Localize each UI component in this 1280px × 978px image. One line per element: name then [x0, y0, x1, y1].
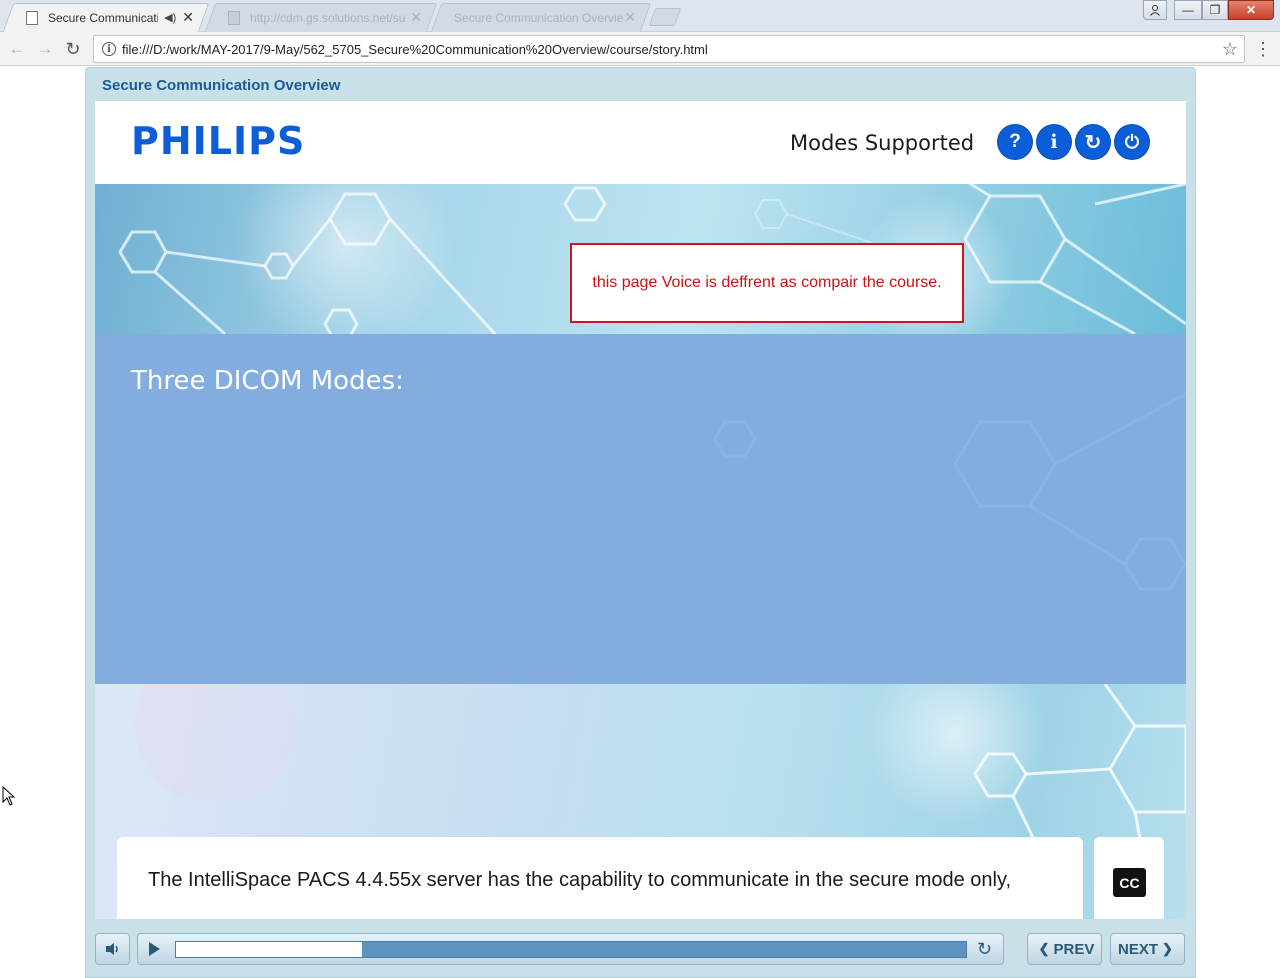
seek-progress — [176, 942, 363, 957]
exit-button[interactable]: ⏻ — [1115, 125, 1149, 159]
info-button[interactable]: i — [1037, 125, 1071, 159]
chevron-left-icon: ❮ — [1038, 941, 1050, 956]
browser-titlebar: Secure Communicatio ◀) ✕ http://cdm.gs.s… — [0, 0, 1280, 32]
cc-icon: CC — [1113, 868, 1146, 897]
forward-arrow-icon[interactable]: → — [34, 38, 56, 60]
close-tab-icon[interactable]: ✕ — [624, 9, 636, 26]
caption-text: The IntelliSpace PACS 4.4.55x server has… — [148, 869, 1012, 891]
course-player: Secure Communication Overview PHILIPS Mo… — [85, 67, 1196, 978]
browser-menu-icon[interactable]: ⋮ — [1254, 39, 1272, 59]
reload-icon[interactable]: ↻ — [62, 38, 84, 60]
tab-label: Secure Communication Overvie — [454, 10, 624, 25]
play-icon[interactable] — [149, 942, 160, 956]
bookmark-star-icon[interactable]: ☆ — [1222, 39, 1238, 60]
slide-area: PHILIPS Modes Supported ? i ↻ ⏻ this pag… — [95, 101, 1186, 919]
caption-box: The IntelliSpace PACS 4.4.55x server has… — [117, 837, 1083, 919]
back-arrow-icon[interactable]: ← — [6, 38, 28, 60]
review-note-text: this page Voice is deffrent as compair t… — [592, 274, 942, 291]
slide-header: PHILIPS Modes Supported ? i ↻ ⏻ — [95, 101, 1186, 184]
playback-controls: ↻ ❮ PREV NEXT ❯ — [95, 933, 1186, 969]
replay-button[interactable]: ↻ — [1076, 125, 1110, 159]
question-icon: ? — [1009, 131, 1021, 152]
audio-playing-icon[interactable]: ◀) — [164, 11, 176, 24]
replay-icon: ↻ — [1084, 131, 1102, 154]
prev-button[interactable]: ❮ PREV — [1027, 933, 1102, 965]
review-note-box: this page Voice is deffrent as compair t… — [570, 243, 964, 323]
tab-label: http://cdm.gs.solutions.net/su — [250, 10, 406, 25]
course-title: Secure Communication Overview — [102, 77, 341, 94]
close-tab-icon[interactable]: ✕ — [410, 9, 422, 26]
page-icon — [228, 10, 240, 25]
volume-button[interactable] — [95, 933, 130, 965]
mouse-cursor-icon — [2, 786, 16, 806]
prev-label: PREV — [1053, 940, 1095, 958]
seek-bar[interactable] — [175, 941, 967, 958]
tab-label: Secure Communicatio — [48, 10, 159, 25]
browser-toolbar: ← → ↻ i file:///D:/work/MAY-2017/9-May/5… — [0, 32, 1280, 66]
content-panel: Three DICOM Modes: — [95, 334, 1186, 684]
seek-bar-container: ↻ — [137, 933, 1004, 965]
next-button[interactable]: NEXT ❯ — [1110, 933, 1185, 965]
panel-heading: Three DICOM Modes: — [131, 366, 404, 396]
page-icon — [26, 10, 38, 25]
close-tab-icon[interactable]: ✕ — [182, 9, 194, 26]
minimize-button[interactable]: — — [1174, 0, 1202, 20]
chevron-right-icon: ❯ — [1162, 941, 1173, 956]
restart-icon[interactable]: ↻ — [977, 939, 992, 960]
slide-title: Modes Supported — [790, 131, 975, 155]
next-label: NEXT — [1118, 940, 1159, 958]
closed-captions-toggle[interactable]: CC — [1094, 837, 1164, 919]
info-icon: i — [1050, 131, 1058, 153]
user-profile-icon[interactable] — [1143, 0, 1167, 20]
address-bar[interactable]: i file:///D:/work/MAY-2017/9-May/562_570… — [93, 35, 1245, 63]
browser-tab[interactable]: http://cdm.gs.solutions.net/su ✕ — [204, 3, 438, 32]
new-tab-button[interactable] — [648, 8, 682, 26]
power-icon: ⏻ — [1124, 131, 1140, 152]
browser-tab-active[interactable]: Secure Communicatio ◀) ✕ — [2, 3, 210, 32]
browser-tab[interactable]: Secure Communication Overvie ✕ — [430, 3, 652, 32]
window-close-button[interactable]: ✕ — [1228, 0, 1274, 20]
url-text[interactable]: file:///D:/work/MAY-2017/9-May/562_5705_… — [122, 42, 708, 57]
restore-button[interactable]: ❐ — [1202, 0, 1228, 20]
philips-logo: PHILIPS — [131, 119, 306, 163]
help-button[interactable]: ? — [998, 125, 1032, 159]
site-info-icon[interactable]: i — [102, 42, 116, 56]
speaker-icon — [105, 943, 118, 955]
